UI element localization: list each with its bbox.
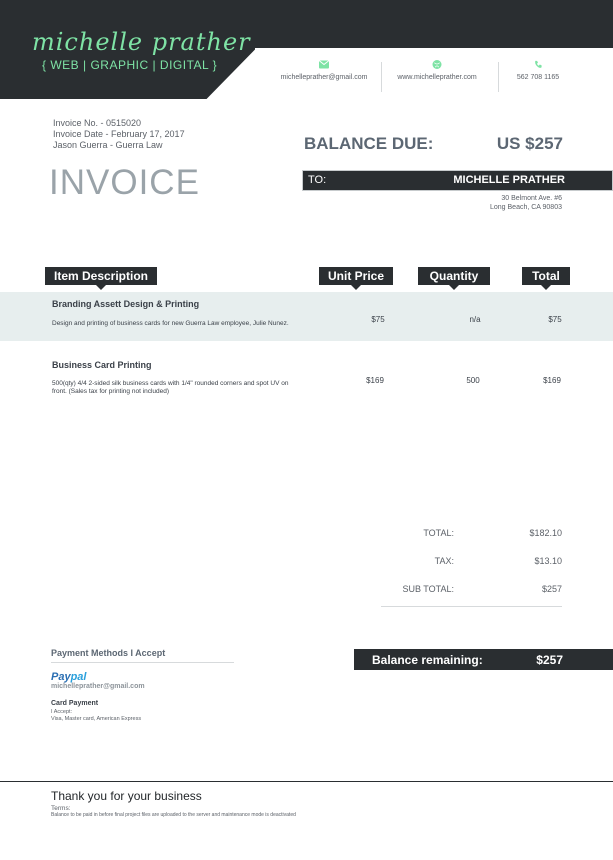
to-address-line-2: Long Beach, CA 90803 — [489, 204, 562, 211]
subtotal-label: SUB TOTAL: — [402, 584, 454, 594]
card-payment-title: Card Payment — [51, 700, 99, 707]
balance-remaining-amount: $257 — [536, 653, 563, 667]
contact-website-text: www.michelleprather.com — [397, 74, 477, 81]
terms-title: Terms: — [51, 805, 71, 812]
totals-divider — [381, 606, 562, 607]
brand-logo-name: michelle prather — [32, 28, 251, 56]
balance-due-label: BALANCE DUE: — [304, 134, 434, 153]
column-header-quantity: Quantity — [418, 267, 490, 290]
paypal-logo-pal: pal — [70, 671, 87, 683]
item-2-total: $169 — [543, 376, 561, 385]
balance-due-amount: US $257 — [496, 134, 563, 153]
paypal-logo: Paypal — [51, 671, 86, 683]
to-name: MICHELLE PRATHER — [453, 174, 565, 186]
item-1-quantity: n/a — [469, 315, 481, 324]
to-label: TO: — [308, 174, 327, 186]
tax-value: $13.10 — [534, 556, 562, 566]
contact-phone[interactable]: 562 708 1165 — [479, 60, 597, 81]
footer-divider — [0, 781, 613, 782]
payment-methods-title: Payment Methods I Accept — [51, 648, 166, 658]
brand-tagline: { WEB | GRAPHIC | DIGITAL } — [42, 58, 218, 72]
column-header-unit-price: Unit Price — [319, 267, 393, 290]
contact-email[interactable]: michelleprather@gmail.com — [265, 60, 383, 81]
item-1-unit-price: $75 — [371, 315, 385, 324]
card-accept-label: I Accept: — [51, 709, 73, 715]
terms-text: Balance to be paid in before final proje… — [51, 812, 296, 818]
column-header-description: Item Description — [45, 267, 157, 290]
invoice-number: Invoice No. - 0515020 — [53, 118, 142, 128]
item-1-description: Design and printing of business cards fo… — [52, 320, 289, 327]
to-address-line-1: 30 Belmont Ave. #6 — [501, 195, 562, 202]
column-header-total: Total — [522, 267, 570, 290]
invoice-client: Jason Guerra - Guerra Law — [53, 140, 163, 150]
item-1-title: Branding Assett Design & Printing — [52, 299, 200, 309]
contact-phone-text: 562 708 1165 — [516, 74, 560, 81]
globe-icon — [432, 60, 442, 69]
thank-you-text: Thank you for your business — [51, 789, 202, 803]
tax-label: TAX: — [434, 556, 454, 566]
envelope-icon — [319, 60, 329, 69]
phone-icon — [535, 60, 542, 68]
item-2-unit-price: $169 — [366, 376, 384, 385]
contact-email-text: michelleprather@gmail.com — [280, 74, 368, 81]
item-2-quantity: 500 — [466, 376, 480, 385]
total-value: $182.10 — [529, 528, 562, 538]
to-address: 30 Belmont Ave. #6 Long Beach, CA 90803 — [430, 194, 562, 212]
subtotal-value: $257 — [541, 584, 562, 594]
payment-divider — [51, 662, 234, 663]
invoice-title: INVOICE — [49, 163, 200, 202]
paypal-logo-pay: Pay — [51, 671, 71, 683]
paypal-email[interactable]: michelleprather@gmail.com — [51, 683, 145, 690]
item-2-description: 500(qty) 4/4 2-sided silk business cards… — [52, 380, 289, 395]
item-1-total: $75 — [548, 315, 562, 324]
invoice-meta: Invoice No. - 0515020 Invoice Date - Feb… — [53, 118, 185, 151]
card-payment-details: I Accept: Visa, Master card, American Ex… — [51, 709, 141, 723]
item-2-title: Business Card Printing — [52, 360, 152, 370]
card-types: Visa, Master card, American Express — [51, 716, 142, 722]
invoice-date: Invoice Date - February 17, 2017 — [53, 129, 185, 139]
balance-remaining-label: Balance remaining: — [372, 653, 483, 667]
total-label: TOTAL: — [423, 528, 454, 538]
